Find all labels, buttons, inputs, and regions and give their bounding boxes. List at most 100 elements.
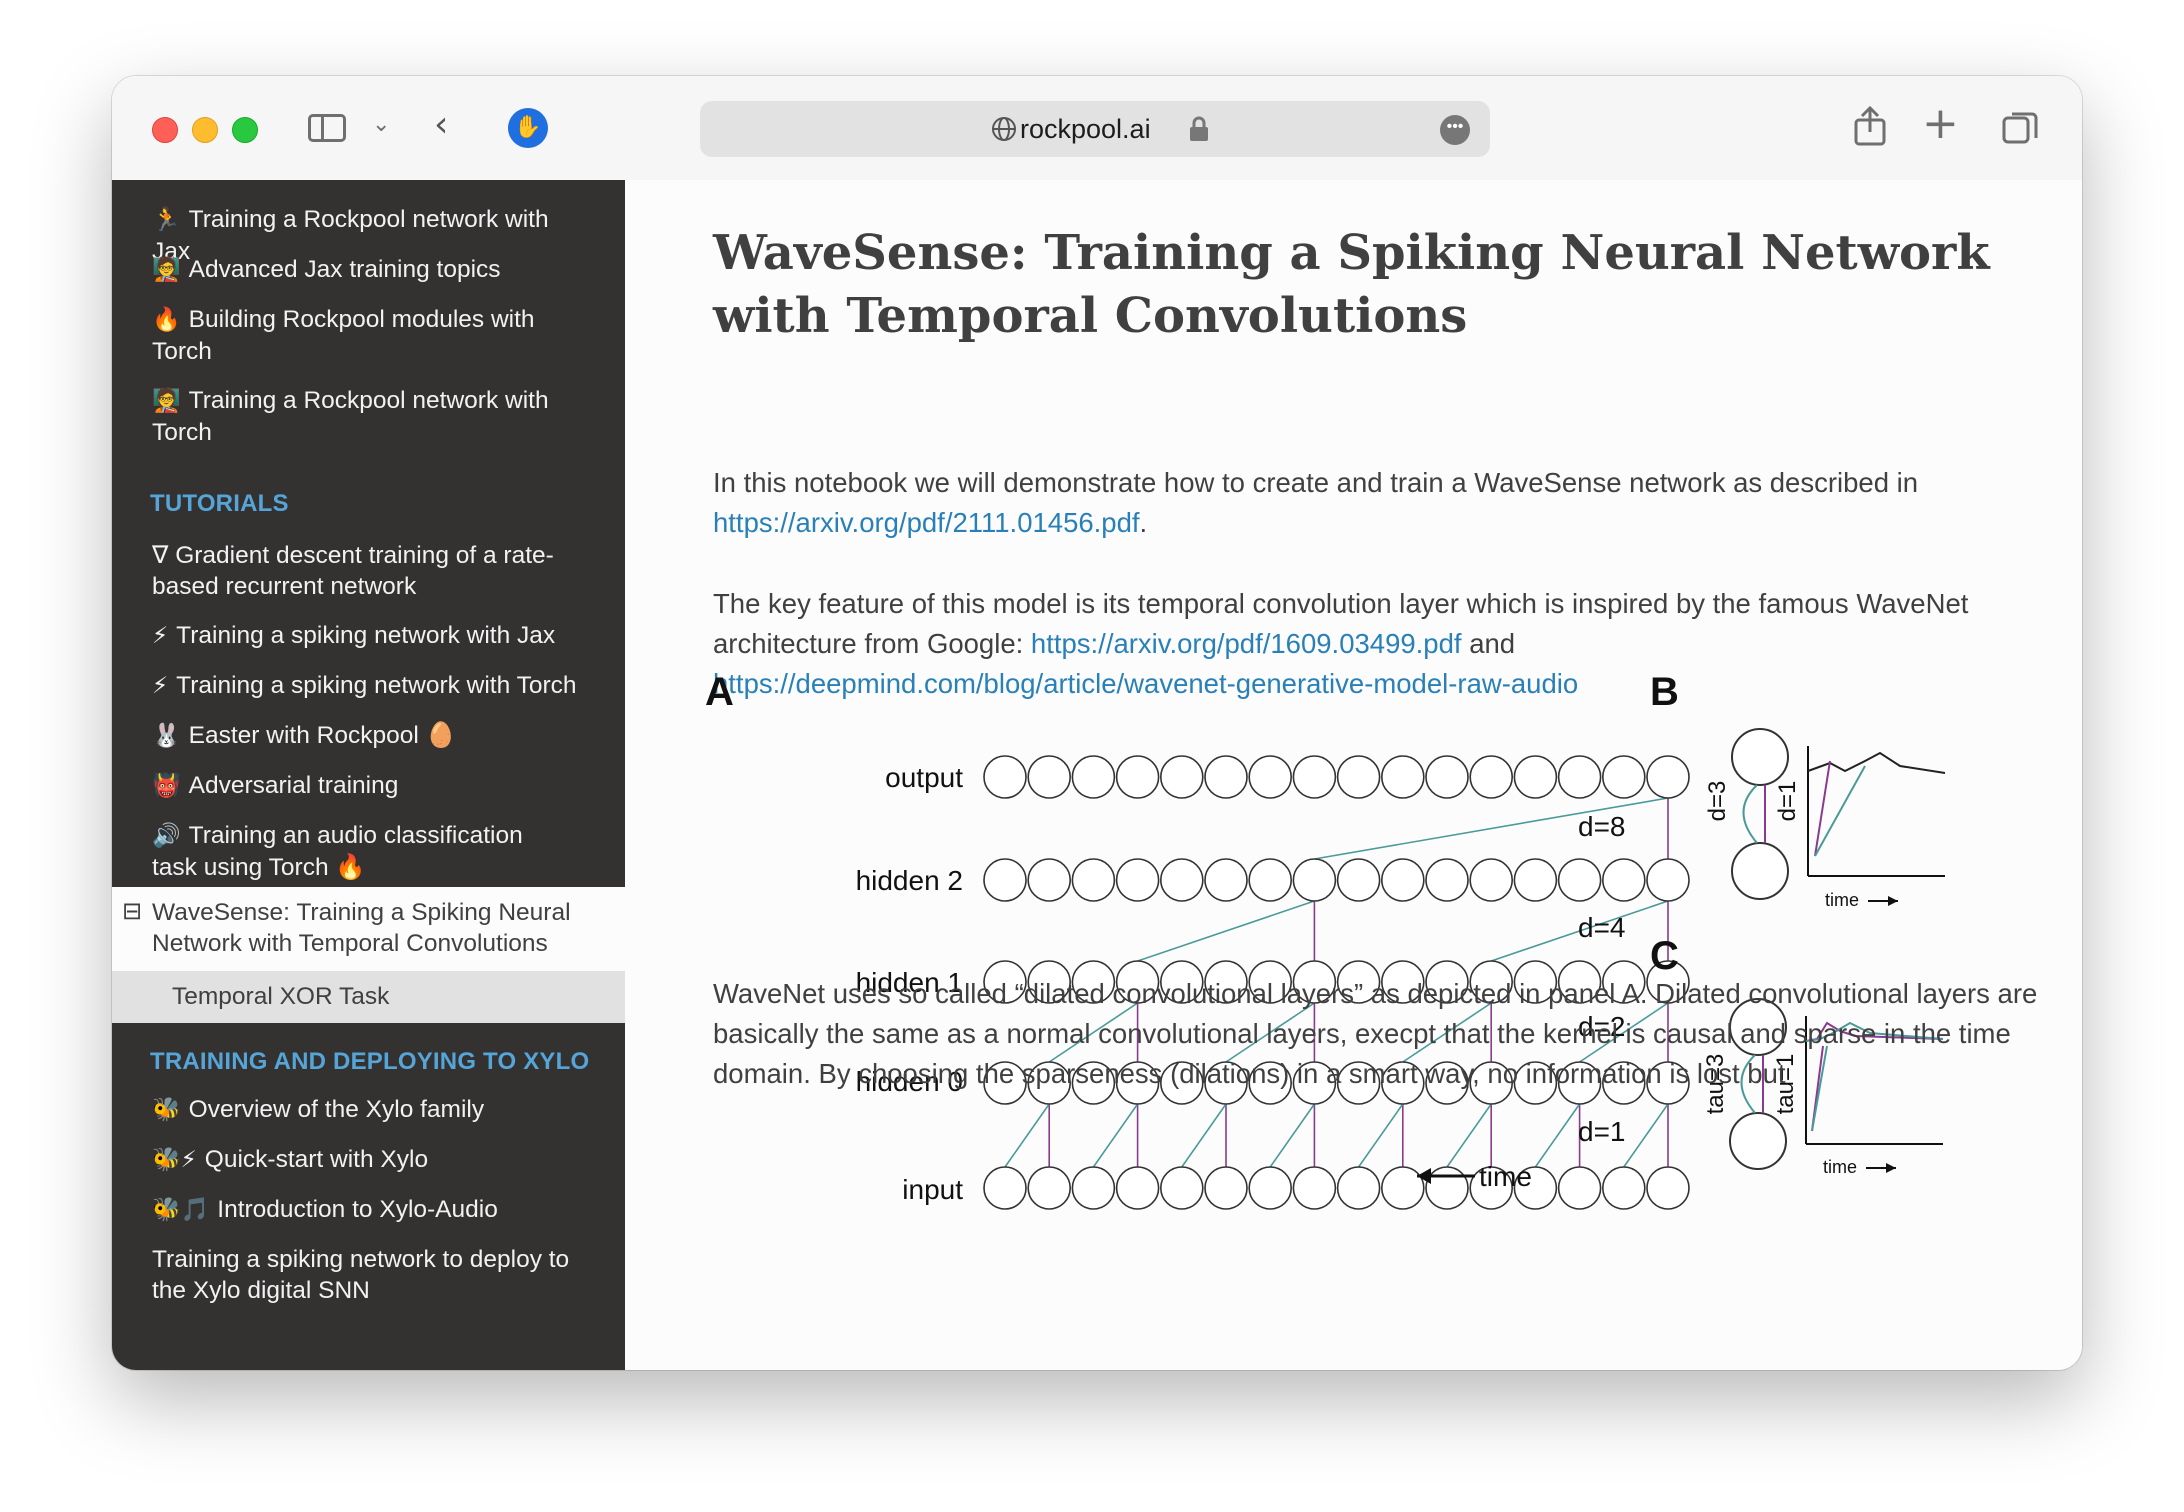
neuron	[1248, 1166, 1293, 1210]
delay-label: d=3	[1704, 781, 1731, 822]
sidebar-item-label: Quick-start with Xylo	[204, 1146, 429, 1173]
connection	[1092, 1103, 1139, 1168]
zoom-window-button[interactable]	[232, 117, 258, 143]
neuron	[1204, 755, 1248, 799]
sidebar-item[interactable]: 🧑‍🏫 Training a Rockpool network with Torc…	[152, 385, 552, 448]
neuron	[1469, 755, 1514, 799]
sidebar-subitem[interactable]: Temporal XOR Task	[112, 971, 625, 1023]
panel-b-diagram: d=3 d=1 time	[1704, 728, 1946, 910]
main-content: WaveSense: Training a Spiking Neural Net…	[625, 180, 2082, 1370]
chevron-down-icon[interactable]: ⌄	[372, 112, 390, 137]
neuron	[1380, 755, 1425, 799]
close-window-button[interactable]	[152, 117, 178, 143]
time-label: time	[1823, 1157, 1857, 1177]
sidebar-item[interactable]: 🧑‍🏫 Advanced Jax training topics	[152, 254, 592, 286]
neuron	[1336, 755, 1381, 799]
neuron	[1380, 1166, 1425, 1210]
sidebar-item-label: Building Rockpool modules with Torch	[152, 306, 535, 365]
tab-overview-icon[interactable]	[2000, 108, 2040, 148]
minimize-window-button[interactable]	[192, 117, 218, 143]
neuron	[1601, 755, 1646, 799]
privacy-extension-icon[interactable]: ✋	[508, 108, 548, 148]
sidebar-item-label: Advanced Jax training topics	[188, 256, 501, 283]
sidebar-item[interactable]: 👹 Adversarial training	[152, 770, 592, 802]
sidebar-item-label: Adversarial training	[188, 772, 399, 799]
docs-sidebar: 🏃 Training a Rockpool network with Jax 🧑‍…	[112, 180, 625, 1370]
neuron	[1646, 858, 1690, 902]
neuron	[1115, 1166, 1160, 1210]
neuron	[1601, 1166, 1646, 1210]
time-label: time	[1479, 1161, 1532, 1192]
sidebar-item-current[interactable]: ⊟ WaveSense: Training a Spiking Neural N…	[112, 887, 625, 971]
sidebar-item[interactable]: 🐰 Easter with Rockpool 🥚	[152, 720, 592, 752]
connection	[1137, 900, 1315, 962]
paragraph-text: In this notebook we will demonstrate how…	[713, 467, 1919, 498]
sidebar-item-label: Training an audio classification task us…	[152, 822, 523, 881]
neuron	[1425, 755, 1469, 799]
neuron	[1425, 1166, 1469, 1210]
rabbit-icon: 🐰	[152, 723, 181, 749]
sidebar-item[interactable]: 🔊 Training an audio classification task u…	[152, 820, 572, 883]
browser-toolbar: ⌄ ‹ ✋ rockpool.ai ••• +	[112, 76, 2082, 181]
arxiv-wavesense-link[interactable]: https://arxiv.org/pdf/2111.01456.pdf	[713, 507, 1140, 538]
sidebar-item[interactable]: Training a spiking network to deploy to …	[152, 1244, 572, 1306]
caption-tutorials: TUTORIALS	[150, 490, 289, 517]
wavesense-architecture-figure: A output hidden 2 hidden 1 hidden 0 inpu…	[705, 670, 1946, 1210]
lightning-icon: ⚡	[152, 623, 169, 649]
panel-b-label: B	[1650, 670, 1679, 714]
sidebar-item[interactable]: 🐝 Overview of the Xylo family	[152, 1094, 592, 1126]
delay-label: d=1	[1774, 781, 1801, 822]
connection	[1623, 1103, 1669, 1168]
neuron	[1071, 755, 1116, 799]
bee-music-icon: 🐝🎵	[152, 1197, 210, 1223]
sidebar-item[interactable]: ⚡ Training a spiking network with Jax	[152, 620, 592, 652]
layer-label: output	[885, 762, 963, 793]
intro-paragraph: In this notebook we will demonstrate how…	[713, 463, 2043, 543]
runner-icon: 🏃	[152, 207, 181, 233]
neuron	[1248, 858, 1293, 902]
sidebar-item[interactable]: 🔥 Building Rockpool modules with Torch	[152, 304, 552, 367]
bee-lightning-icon: 🐝⚡	[152, 1147, 197, 1173]
new-tab-icon[interactable]: +	[1922, 98, 1959, 149]
neuron	[1513, 858, 1558, 902]
fire-icon: 🔥	[152, 307, 181, 333]
more-options-icon[interactable]: •••	[1440, 115, 1470, 145]
neuron	[1292, 1166, 1337, 1210]
neuron	[1557, 858, 1602, 902]
sidebar-item-label: Training a spiking network with Torch	[176, 672, 577, 699]
sidebar-item[interactable]: ⚡ Training a spiking network with Torch	[152, 670, 592, 702]
neuron	[1159, 1166, 1204, 1210]
connection	[1357, 1103, 1404, 1168]
wavenet-paragraph: WaveNet uses so called “dilated convolut…	[713, 978, 2038, 1089]
sidebar-item[interactable]: 🐝⚡ Quick-start with Xylo	[152, 1144, 592, 1176]
sidebar-item[interactable]: 🐝🎵 Introduction to Xylo-Audio	[152, 1194, 592, 1226]
neuron	[1027, 858, 1072, 902]
panel-c-label: C	[1650, 934, 1679, 978]
teacher-icon: 🧑‍🏫	[152, 257, 181, 283]
neuron	[1557, 1166, 1602, 1210]
share-icon[interactable]	[1852, 104, 1888, 148]
address-bar[interactable]: rockpool.ai •••	[700, 101, 1490, 157]
neuron	[1731, 842, 1789, 900]
sidebar-item-label: Training a spiking network to deploy to …	[152, 1246, 570, 1304]
sidebar-toggle-icon[interactable]	[308, 114, 346, 142]
teacher-icon: 🧑‍🏫	[152, 388, 181, 414]
layer-label: hidden 2	[856, 865, 963, 896]
caption-xylo: TRAINING AND DEPLOYING TO XYLO	[150, 1048, 590, 1075]
neuron	[1336, 1166, 1381, 1210]
sidebar-item-label: Introduction to Xylo-Audio	[217, 1196, 498, 1223]
neuron	[1557, 755, 1602, 799]
dilation-label: d=4	[1578, 912, 1626, 943]
collapse-icon[interactable]: ⊟	[122, 897, 142, 925]
neuron	[1204, 858, 1248, 902]
connection	[1534, 1103, 1581, 1168]
neuron	[983, 858, 1027, 902]
neuron	[1115, 858, 1160, 902]
dilation-label: d=1	[1578, 1116, 1626, 1147]
sidebar-item[interactable]: ∇ Gradient descent training of a rate-ba…	[152, 540, 572, 602]
dilation-label: d=8	[1578, 811, 1626, 842]
neuron	[1071, 1166, 1116, 1210]
neuron	[1292, 755, 1337, 799]
back-icon[interactable]: ‹	[434, 104, 448, 145]
neuron	[1513, 755, 1558, 799]
